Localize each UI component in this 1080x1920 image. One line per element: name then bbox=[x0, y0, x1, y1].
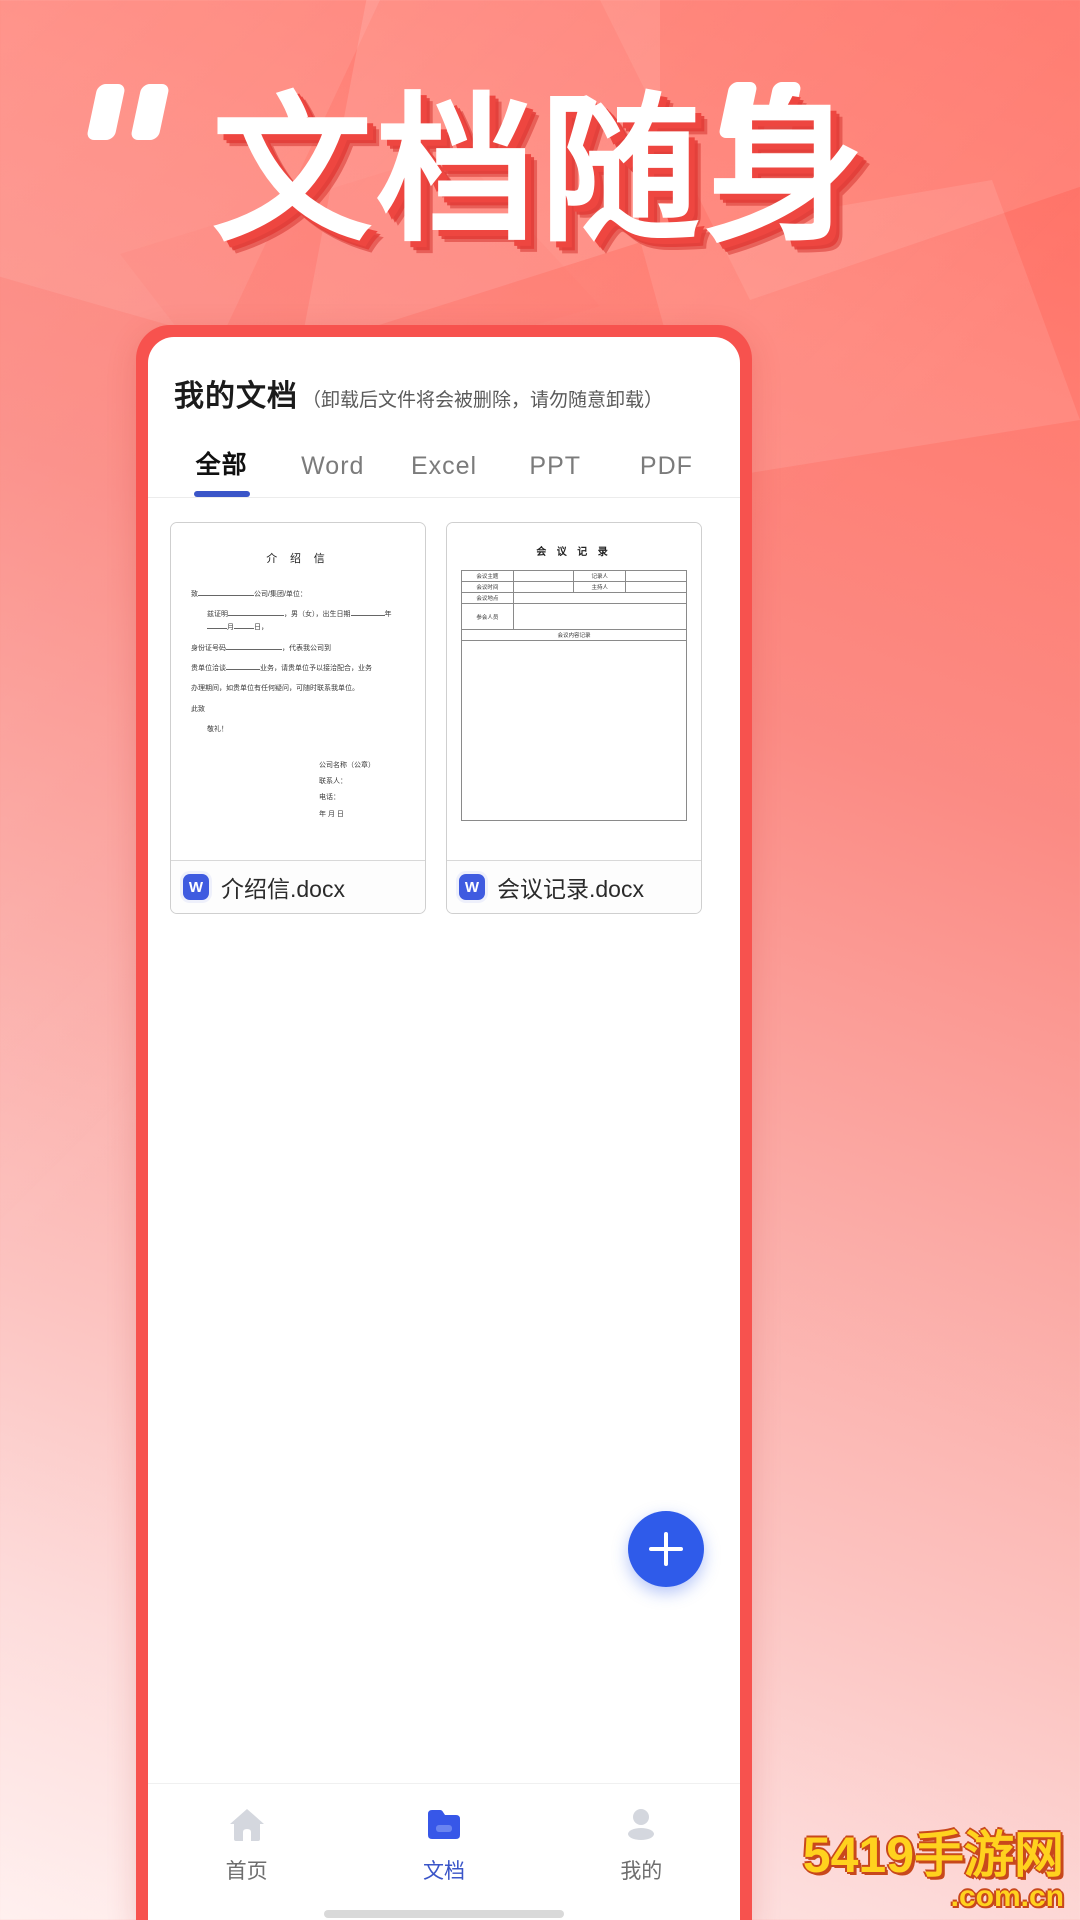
add-document-button[interactable] bbox=[628, 1511, 704, 1587]
table-cell-label: 参会人员 bbox=[461, 603, 514, 630]
document-area: 介 绍 信 致 公司/集团/单位： 兹证明 ，男（女），出生日期 年月 日， 身份证号码… bbox=[148, 498, 740, 1783]
table-cell-value bbox=[512, 570, 575, 582]
preview-text: 贵单位洽谈 bbox=[191, 665, 226, 673]
home-indicator bbox=[148, 1903, 740, 1920]
document-name-row[interactable]: W 会议记录.docx bbox=[447, 861, 701, 913]
preview-line-3: 身份证号码 ，代表我公司到 bbox=[191, 642, 405, 655]
table-cell-label: 记录人 bbox=[573, 570, 627, 582]
tab-label: PPT bbox=[529, 452, 582, 480]
tab-label: Excel bbox=[410, 452, 478, 480]
nav-item-profile[interactable]: 我的 bbox=[543, 1803, 740, 1885]
preview-signature-block: 公司名称（公章） 联系人： 电话： 年 月 日 bbox=[191, 758, 405, 822]
table-cell-body bbox=[461, 640, 687, 821]
preview-line-7: 敬礼！ bbox=[207, 725, 228, 733]
preview-text: ，代表我公司到 bbox=[282, 644, 331, 652]
table-row: 会议地点 bbox=[461, 592, 688, 604]
preview-line-5: 办理期间，如贵单位有任何疑问，可随时联系我单位。 bbox=[191, 685, 359, 693]
tab-word[interactable]: Word bbox=[277, 452, 388, 497]
word-icon: W bbox=[183, 874, 209, 900]
table-row bbox=[461, 640, 687, 821]
site-watermark: 5419手游网 .com.cn bbox=[803, 1830, 1064, 1912]
home-icon bbox=[226, 1803, 268, 1845]
document-card-introduction-letter[interactable]: 介 绍 信 致 公司/集团/单位： 兹证明 ，男（女），出生日期 年月 日， 身份证号码… bbox=[170, 522, 426, 914]
preview-line-2: 兹证明 ，男（女），出生日期 年月 日， bbox=[191, 608, 405, 635]
tab-active-indicator bbox=[193, 491, 250, 497]
hero-headline: 文档随身 bbox=[211, 81, 868, 260]
signature-date: 年 月 日 bbox=[319, 810, 344, 818]
preview-line-4: 贵单位洽谈 业务，请贵单位予以接洽配合，业务 bbox=[191, 662, 405, 675]
tab-pdf[interactable]: PDF bbox=[611, 452, 722, 497]
introduction-letter-preview: 介 绍 信 致 公司/集团/单位： 兹证明 ，男（女），出生日期 年月 日， 身份证号码… bbox=[171, 523, 425, 823]
document-card-meeting-record[interactable]: 会 议 记 录 会议主题 记录人 会议时间 主持人 会议地点 参会人员 会议内容… bbox=[446, 522, 702, 914]
nav-label: 文档 bbox=[422, 1859, 465, 1883]
preview-text: 身份证号码 bbox=[191, 644, 226, 652]
preview-text: 致 bbox=[191, 590, 198, 598]
word-icon: W bbox=[459, 874, 485, 900]
person-icon bbox=[620, 1803, 662, 1845]
preview-line-1: 致 公司/集团/单位： bbox=[191, 588, 405, 601]
nav-label: 我的 bbox=[620, 1859, 663, 1883]
table-cell-value bbox=[512, 592, 688, 604]
tab-label: Word bbox=[301, 452, 365, 480]
document-grid: 介 绍 信 致 公司/集团/单位： 兹证明 ，男（女），出生日期 年月 日， 身份证号码… bbox=[170, 522, 718, 914]
hero-banner: 文档随身 bbox=[0, 0, 1080, 330]
home-indicator-bar bbox=[324, 1910, 564, 1918]
table-row: 会议主题 记录人 bbox=[461, 570, 687, 582]
tab-ppt[interactable]: PPT bbox=[500, 452, 611, 497]
table-row: 会议内容记录 bbox=[461, 629, 687, 641]
preview-title: 介 绍 信 bbox=[266, 553, 330, 565]
table-cell-value bbox=[512, 581, 575, 593]
nav-item-home[interactable]: 首页 bbox=[148, 1803, 345, 1885]
signature-phone: 电话： bbox=[319, 794, 340, 802]
preview-text: 公司/集团/单位： bbox=[254, 590, 307, 598]
tab-excel[interactable]: Excel bbox=[388, 452, 499, 497]
preview-text: 业务，请贵单位予以接洽配合，业务 bbox=[260, 665, 372, 673]
watermark-title: 5419手游网 bbox=[802, 1827, 1064, 1883]
watermark-domain: .com.cn bbox=[950, 1880, 1064, 1913]
preview-text: 月 bbox=[227, 624, 234, 632]
document-filename: 介绍信.docx bbox=[221, 876, 345, 902]
folder-icon bbox=[423, 1803, 465, 1845]
preview-line-6: 此致 bbox=[191, 705, 205, 713]
bottom-navigation: 首页 文档 我的 bbox=[148, 1783, 740, 1903]
table-cell-value bbox=[512, 603, 688, 630]
page-subtitle: （卸载后文件将会被删除，请勿随意卸载） bbox=[302, 390, 664, 411]
document-thumbnail[interactable]: 会 议 记 录 会议主题 记录人 会议时间 主持人 会议地点 参会人员 会议内容… bbox=[447, 523, 701, 861]
filter-tabs: 全部 Word Excel PPT PDF bbox=[148, 431, 740, 498]
document-thumbnail[interactable]: 介 绍 信 致 公司/集团/单位： 兹证明 ，男（女），出生日期 年月 日， 身份证号码… bbox=[171, 523, 425, 861]
preview-text: 日， bbox=[254, 624, 268, 632]
nav-item-documents[interactable]: 文档 bbox=[345, 1803, 542, 1885]
nav-label: 首页 bbox=[225, 1859, 268, 1883]
table-cell-value bbox=[625, 581, 687, 593]
tab-label: PDF bbox=[639, 452, 693, 480]
app-header: 我的文档 （卸载后文件将会被删除，请勿随意卸载） bbox=[148, 337, 740, 431]
plus-icon bbox=[649, 1532, 683, 1566]
document-name-row[interactable]: W 介绍信.docx bbox=[171, 861, 425, 913]
page-title: 我的文档 bbox=[174, 380, 298, 413]
tab-all[interactable]: 全部 bbox=[166, 445, 277, 497]
meeting-record-table: 会议主题 记录人 会议时间 主持人 会议地点 参会人员 会议内容记录 bbox=[461, 570, 688, 821]
preview-text: 年 bbox=[384, 611, 392, 619]
table-cell-value bbox=[625, 570, 687, 582]
document-filename: 会议记录.docx bbox=[497, 876, 644, 902]
tab-label: 全部 bbox=[195, 451, 248, 479]
table-cell-body-header: 会议内容记录 bbox=[461, 629, 687, 641]
table-cell-label: 主持人 bbox=[573, 581, 627, 593]
signature-company: 公司名称（公章） bbox=[319, 762, 375, 770]
signature-contact: 联系人： bbox=[319, 778, 347, 786]
preview-title: 会 议 记 录 bbox=[536, 547, 612, 558]
phone-frame: 我的文档 （卸载后文件将会被删除，请勿随意卸载） 全部 Word Excel P… bbox=[136, 325, 752, 1920]
preview-text: 兹证明 bbox=[207, 611, 228, 619]
table-cell-label: 会议地点 bbox=[461, 592, 514, 604]
table-row: 参会人员 bbox=[461, 603, 688, 630]
preview-text: ，男（女），出生日期 bbox=[284, 611, 351, 619]
app-screen: 我的文档 （卸载后文件将会被删除，请勿随意卸载） 全部 Word Excel P… bbox=[148, 337, 740, 1920]
meeting-record-preview: 会 议 记 录 会议主题 记录人 会议时间 主持人 会议地点 参会人员 会议内容… bbox=[447, 523, 701, 821]
table-row: 会议时间 主持人 bbox=[461, 581, 687, 593]
table-cell-label: 会议主题 bbox=[461, 570, 514, 582]
table-cell-label: 会议时间 bbox=[461, 581, 514, 593]
